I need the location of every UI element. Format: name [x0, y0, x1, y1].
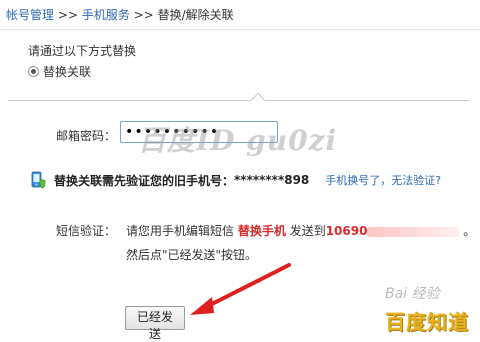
breadcrumb-separator: >> — [133, 8, 154, 22]
verify-message: 替换关联需先验证您的旧手机号： — [54, 173, 235, 188]
sms-verify-label: 短信验证： — [56, 224, 117, 238]
sms-instruction-line1: 请您用手机编辑短信 替换手机 发送到10690 。 — [126, 222, 475, 239]
baidu-zhidao-logo: 百度知道 — [385, 310, 469, 334]
breadcrumb-separator: >> — [57, 8, 78, 22]
red-arrow-annotation — [190, 263, 291, 315]
verification-panel: 邮箱密码： 百度ID gu0zi 替换关联需先验证您的旧手机号： *******… — [8, 93, 475, 341]
email-password-label: 邮箱密码： — [56, 129, 117, 143]
method-title: 请通过以下方式替换 — [28, 44, 137, 58]
sms-mid: 发送到 — [289, 224, 326, 238]
breadcrumb: 帐号管理 >> 手机服务 >> 替换/解除关联 — [0, 0, 480, 30]
phone-shield-icon — [31, 171, 46, 189]
sms-suffix: 。 — [463, 224, 476, 238]
method-section: 请通过以下方式替换 替换关联 — [0, 30, 480, 100]
radio-selected-icon[interactable] — [28, 66, 39, 77]
breadcrumb-current: 替换/解除关联 — [157, 8, 234, 22]
watermark: 百度ID gu0zi — [138, 124, 338, 157]
breadcrumb-phone-service[interactable]: 手机服务 — [82, 8, 130, 22]
old-phone-number: ********898 — [234, 173, 310, 187]
method-option-label: 替换关联 — [43, 65, 92, 79]
already-sent-button[interactable]: 已经发送 — [125, 306, 185, 341]
breadcrumb-account[interactable]: 帐号管理 — [6, 8, 54, 22]
phone-changed-link[interactable]: 手机换号了，无法验证? — [325, 172, 441, 188]
baidu-jingyan-logo: Bai 经验 — [385, 286, 440, 302]
method-option-replace[interactable]: 替换关联 — [28, 63, 91, 80]
verify-old-phone-row: 替换关联需先验证您的旧手机号： ********898 手机换号了，无法验证? — [30, 171, 441, 189]
sms-prefix: 请您用手机编辑短信 — [126, 224, 235, 238]
sms-keyword: 替换手机 — [237, 224, 286, 238]
sms-number-redacted — [367, 226, 460, 237]
sms-number: 10690 — [325, 224, 368, 238]
